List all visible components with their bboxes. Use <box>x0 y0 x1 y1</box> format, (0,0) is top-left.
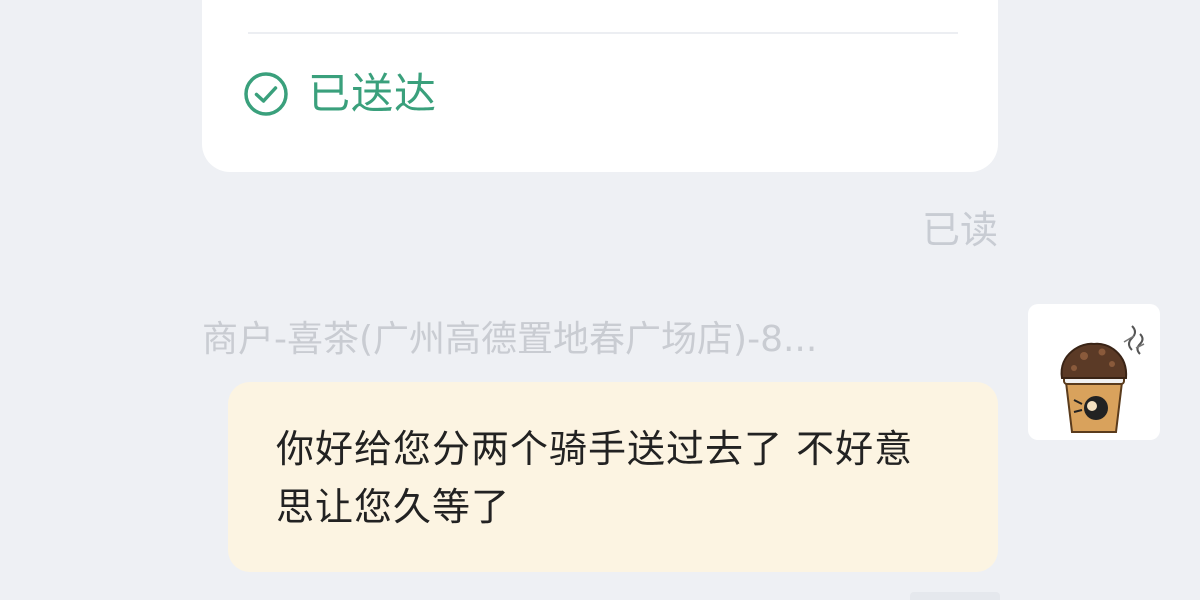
chat-screen: 已送达 已读 商户-喜茶(广州高德置地春广场店)-8... 你好给您分两个骑手送… <box>0 0 1200 600</box>
check-circle-icon <box>242 70 290 118</box>
sender-name: 商户-喜茶(广州高德置地春广场店)-8... <box>202 319 818 360</box>
delivery-status-row: 已送达 <box>242 70 437 118</box>
delivery-status-label: 已送达 <box>308 69 438 118</box>
bubble-tea-cup-avatar-icon[interactable] <box>1028 304 1160 440</box>
next-read-receipt-peek <box>910 592 1000 600</box>
message-bubble[interactable]: 你好给您分两个骑手送过去了 不好意思让您久等了 <box>228 382 998 572</box>
message-text: 你好给您分两个骑手送过去了 不好意思让您久等了 <box>276 427 914 529</box>
order-status-card[interactable]: 已送达 <box>202 0 998 172</box>
card-divider <box>248 32 958 34</box>
read-receipt: 已读 <box>921 208 998 252</box>
